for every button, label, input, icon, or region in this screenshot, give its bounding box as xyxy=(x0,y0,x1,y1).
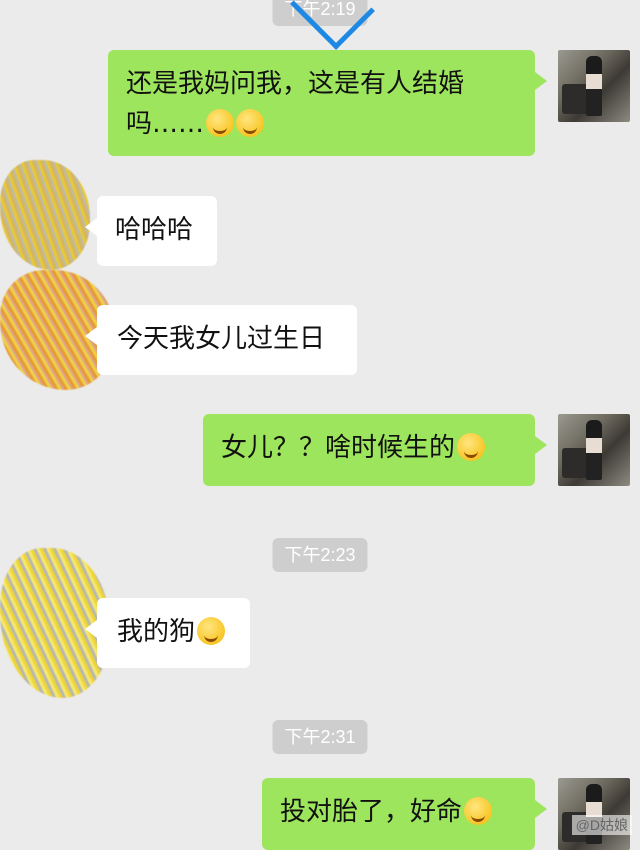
flushed-icon xyxy=(457,433,486,461)
watermark: @D姑娘 xyxy=(571,815,632,835)
message-bubble-sent[interactable]: 投对胎了，好命 xyxy=(262,778,547,850)
message-text: 还是我妈问我，这是有人结婚吗…… xyxy=(126,69,465,139)
joy-icon xyxy=(206,109,235,137)
smirk-icon xyxy=(464,797,493,825)
timestamp: 下午2:23 xyxy=(272,538,368,572)
message-bubble-received[interactable]: 今天我女儿过生日 xyxy=(85,305,357,375)
message-text: 今天我女儿过生日 xyxy=(117,324,326,354)
message-bubble-received[interactable]: 哈哈哈 xyxy=(85,196,217,266)
message-bubble-sent[interactable]: 女儿？？啥时候生的 xyxy=(203,414,547,486)
message-text: 投对胎了，好命 xyxy=(280,797,463,827)
timestamp: 下午2:31 xyxy=(272,720,368,754)
message-bubble-sent[interactable]: 还是我妈问我，这是有人结婚吗…… xyxy=(108,50,547,156)
joy-icon xyxy=(236,109,265,137)
avatar[interactable] xyxy=(558,778,630,850)
avatar[interactable] xyxy=(558,414,630,486)
message-text: 哈哈哈 xyxy=(115,215,194,245)
message-text: 我的狗 xyxy=(117,617,196,647)
avatar-scribbled[interactable] xyxy=(0,160,90,270)
message-text: 女儿？？啥时候生的 xyxy=(221,433,456,463)
smile-icon xyxy=(197,617,226,645)
avatar[interactable] xyxy=(558,50,630,122)
message-bubble-received[interactable]: 我的狗 xyxy=(85,598,250,668)
